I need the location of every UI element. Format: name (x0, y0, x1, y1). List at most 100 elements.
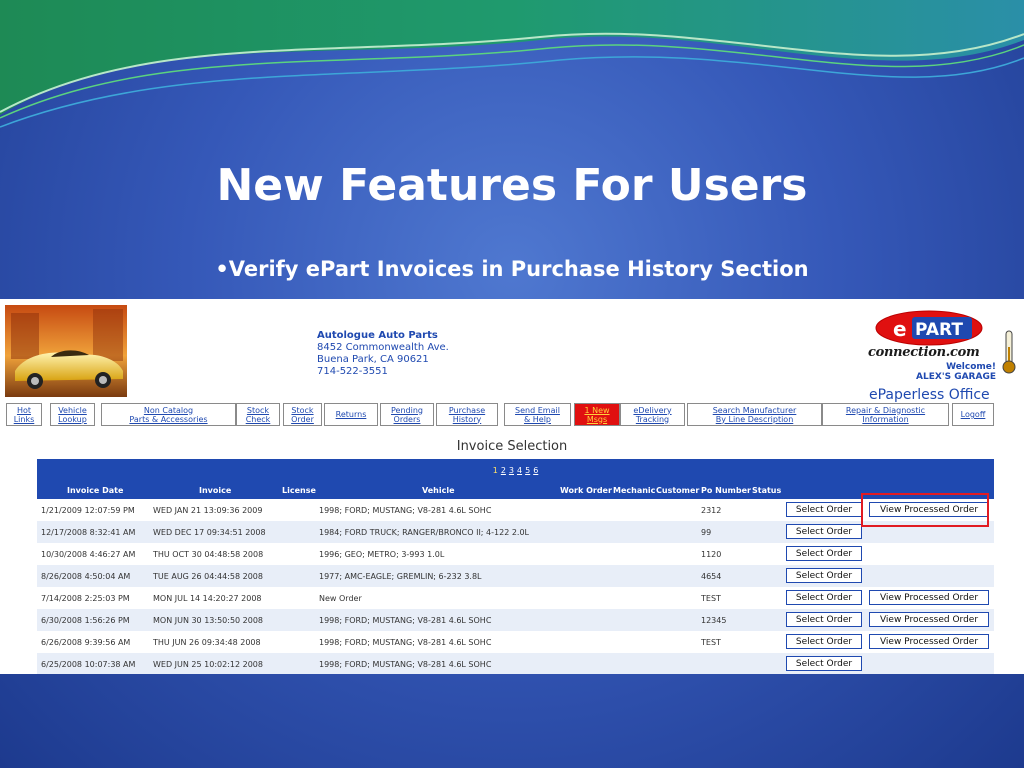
callout-highlight-box (861, 493, 989, 527)
shop-name: Autologue Auto Parts (317, 330, 438, 341)
cell-po-number: TEST (701, 638, 721, 647)
app-screenshot: Autologue Auto Parts 8452 Commonwealth A… (0, 299, 1024, 674)
nav-hot-links[interactable]: Hot Links (6, 403, 42, 426)
page-link[interactable]: 3 (509, 466, 514, 475)
nav-send-email[interactable]: Send Email & Help (504, 403, 571, 426)
cell-invoice-date: 8/26/2008 4:50:04 AM (41, 572, 131, 581)
cell-po-number: 4654 (701, 572, 722, 581)
col-vehicle: Vehicle (422, 486, 455, 495)
col-invoice: Invoice (199, 486, 232, 495)
cell-invoice-date: 6/25/2008 10:07:38 AM (41, 660, 136, 669)
epaperless-office-link[interactable]: ePaperless Office (869, 387, 990, 403)
page-link[interactable]: 1 (493, 466, 498, 475)
cell-invoice: WED JAN 21 13:09:36 2009 (153, 506, 263, 515)
page-link[interactable]: 2 (501, 466, 506, 475)
shop-street: 8452 Commonwealth Ave. (317, 342, 449, 353)
nav-new-messages[interactable]: 1 New Msgs (574, 403, 620, 426)
table-row: 12/17/2008 8:32:41 AM WED DEC 17 09:34:51… (37, 521, 994, 543)
nav-stock-order[interactable]: Stock Order (283, 403, 322, 426)
garage-name: ALEX'S GARAGE (916, 372, 996, 382)
nav-stock-check[interactable]: Stock Check (236, 403, 280, 426)
col-po-number: Po Number (701, 486, 751, 495)
view-processed-order-button[interactable]: View Processed Order (869, 590, 989, 605)
shop-address-block: Autologue Auto Parts 8452 Commonwealth A… (317, 330, 449, 378)
select-order-button[interactable]: Select Order (786, 524, 862, 539)
svg-text:PART: PART (915, 320, 963, 340)
cell-invoice: THU OCT 30 04:48:58 2008 (153, 550, 264, 559)
cell-vehicle: 1977; AMC-EAGLE; GREMLIN; 6-232 3.8L (319, 572, 482, 581)
nav-edelivery-tracking[interactable]: eDelivery Tracking (620, 403, 685, 426)
select-order-button[interactable]: Select Order (786, 502, 862, 517)
cell-po-number: TEST (701, 594, 721, 603)
col-status: Status (752, 486, 782, 495)
epart-domain: connection.com (868, 345, 980, 360)
col-mechanic: Mechanic (613, 486, 656, 495)
shop-city: Buena Park, CA 90621 (317, 354, 429, 365)
nav-pending-orders[interactable]: Pending Orders (380, 403, 434, 426)
select-order-button[interactable]: Select Order (786, 612, 862, 627)
table-row: 6/26/2008 9:39:56 AM THU JUN 26 09:34:48 … (37, 631, 994, 653)
page-link[interactable]: 4 (517, 466, 522, 475)
select-order-button[interactable]: Select Order (786, 568, 862, 583)
cell-invoice-date: 6/26/2008 9:39:56 AM (41, 638, 131, 647)
thermometer-icon (1002, 330, 1016, 374)
col-work-order: Work Order (560, 486, 612, 495)
view-processed-order-button[interactable]: View Processed Order (869, 612, 989, 627)
table-header: Invoice Date Invoice License Vehicle Wor… (37, 482, 994, 499)
welcome-text: Welcome! ALEX'S GARAGE (916, 362, 996, 382)
cell-vehicle: 1998; FORD; MUSTANG; V8-281 4.6L SOHC (319, 506, 492, 515)
nav-repair-diagnostic[interactable]: Repair & Diagnostic Information (822, 403, 949, 426)
shop-phone: 714-522-3551 (317, 366, 388, 377)
cell-vehicle: 1984; FORD TRUCK; RANGER/BRONCO II; 4-12… (319, 528, 530, 537)
cell-vehicle: 1996; GEO; METRO; 3-993 1.0L (319, 550, 445, 559)
cell-po-number: 2312 (701, 506, 722, 515)
nav-non-catalog[interactable]: Non Catalog Parts & Accessories (101, 403, 236, 426)
table-body: 1/21/2009 12:07:59 PM WED JAN 21 13:09:36… (37, 499, 994, 674)
table-row: 6/30/2008 1:56:26 PM MON JUN 30 13:50:50 … (37, 609, 994, 631)
cell-po-number: 1120 (701, 550, 722, 559)
cell-po-number: 12345 (701, 616, 727, 625)
cell-invoice: MON JUL 14 14:20:27 2008 (153, 594, 262, 603)
cell-po-number: 99 (701, 528, 712, 537)
cell-invoice-date: 10/30/2008 4:46:27 AM (41, 550, 136, 559)
cell-vehicle: New Order (319, 594, 362, 603)
cell-invoice-date: 7/14/2008 2:25:03 PM (41, 594, 130, 603)
col-invoice-date: Invoice Date (67, 486, 124, 495)
page-link[interactable]: 5 (525, 466, 530, 475)
nav-purchase-history[interactable]: Purchase History (436, 403, 498, 426)
view-processed-order-button[interactable]: View Processed Order (869, 634, 989, 649)
col-license: License (282, 486, 316, 495)
table-row: 1/21/2009 12:07:59 PM WED JAN 21 13:09:36… (37, 499, 994, 521)
nav-logoff[interactable]: Logoff (952, 403, 994, 426)
cell-invoice: WED DEC 17 09:34:51 2008 (153, 528, 266, 537)
slide-title: New Features For Users (216, 160, 808, 211)
select-order-button[interactable]: Select Order (786, 590, 862, 605)
cell-invoice-date: 6/30/2008 1:56:26 PM (41, 616, 130, 625)
cell-vehicle: 1998; FORD; MUSTANG; V8-281 4.6L SOHC (319, 660, 492, 669)
cell-vehicle: 1998; FORD; MUSTANG; V8-281 4.6L SOHC (319, 616, 492, 625)
epart-logo: e PART connection.com Welcome! ALEX'S GA… (866, 306, 1022, 403)
epart-wordmark-logo: e PART (875, 310, 983, 346)
nav-vehicle-lookup[interactable]: Vehicle Lookup (50, 403, 95, 426)
cell-vehicle: 1998; FORD; MUSTANG; V8-281 4.6L SOHC (319, 638, 492, 647)
table-row: 6/25/2008 10:07:38 AM WED JUN 25 10:02:12… (37, 653, 994, 674)
slide-bullet: •Verify ePart Invoices in Purchase Histo… (215, 257, 809, 281)
table-row: 10/30/2008 4:46:27 AM THU OCT 30 04:48:58… (37, 543, 994, 565)
select-order-button[interactable]: Select Order (786, 634, 862, 649)
col-customer: Customer (656, 486, 700, 495)
car-photo (5, 305, 127, 397)
cell-invoice-date: 12/17/2008 8:32:41 AM (41, 528, 136, 537)
nav-returns[interactable]: Returns (324, 403, 378, 426)
select-order-button[interactable]: Select Order (786, 546, 862, 561)
invoice-table: 1 2 3 4 5 6 Invoice Date Invoice License… (37, 459, 994, 674)
pagination: 1 2 3 4 5 6 (37, 459, 994, 482)
invoice-selection-title: Invoice Selection (456, 439, 568, 454)
page-link[interactable]: 6 (533, 466, 538, 475)
main-nav: Hot Links Vehicle Lookup Non Catalog Par… (6, 403, 996, 426)
svg-text:e: e (893, 317, 907, 341)
cell-invoice: MON JUN 30 13:50:50 2008 (153, 616, 264, 625)
table-row: 7/14/2008 2:25:03 PM MON JUL 14 14:20:27 … (37, 587, 994, 609)
cell-invoice: WED JUN 25 10:02:12 2008 (153, 660, 263, 669)
nav-search-manufacturer[interactable]: Search Manufacturer By Line Description (687, 403, 822, 426)
select-order-button[interactable]: Select Order (786, 656, 862, 671)
